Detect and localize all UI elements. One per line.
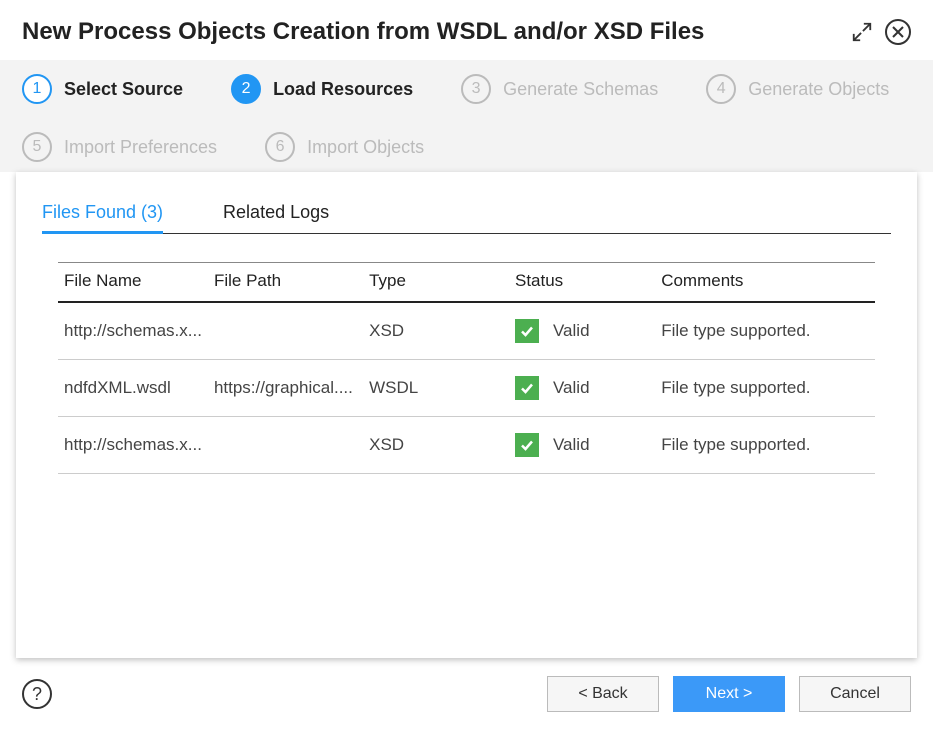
help-icon[interactable]: ? bbox=[22, 679, 52, 709]
cell-type: WSDL bbox=[363, 360, 509, 417]
cell-type: XSD bbox=[363, 417, 509, 474]
col-header-type[interactable]: Type bbox=[363, 263, 509, 303]
cell-filepath: https://graphical.... bbox=[208, 360, 363, 417]
cell-filename: ndfdXML.wsdl bbox=[58, 360, 208, 417]
step-label: Select Source bbox=[64, 79, 183, 100]
step-number: 3 bbox=[461, 74, 491, 104]
dialog-header: New Process Objects Creation from WSDL a… bbox=[0, 0, 933, 60]
cell-comments: File type supported. bbox=[655, 360, 875, 417]
table-row[interactable]: http://schemas.x... XSD Valid File typ bbox=[58, 417, 875, 474]
tab-files-found[interactable]: Files Found (3) bbox=[42, 196, 163, 233]
cell-status: Valid bbox=[509, 360, 655, 417]
cell-filename: http://schemas.x... bbox=[58, 417, 208, 474]
step-number: 4 bbox=[706, 74, 736, 104]
step-label: Import Preferences bbox=[64, 137, 217, 158]
step-label: Load Resources bbox=[273, 79, 413, 100]
step-generate-objects: 4 Generate Objects bbox=[706, 74, 889, 104]
wizard-dialog: New Process Objects Creation from WSDL a… bbox=[0, 0, 933, 730]
col-header-comments[interactable]: Comments bbox=[655, 263, 875, 303]
col-header-filename[interactable]: File Name bbox=[58, 263, 208, 303]
next-button[interactable]: Next > bbox=[673, 676, 785, 712]
step-number: 2 bbox=[231, 74, 261, 104]
col-header-status[interactable]: Status bbox=[509, 263, 655, 303]
step-select-source[interactable]: 1 Select Source bbox=[22, 74, 183, 104]
table-row[interactable]: ndfdXML.wsdl https://graphical.... WSDL … bbox=[58, 360, 875, 417]
table-header-row: File Name File Path Type Status Comments bbox=[58, 263, 875, 303]
check-icon bbox=[515, 319, 539, 343]
cell-type: XSD bbox=[363, 302, 509, 360]
status-text: Valid bbox=[553, 378, 590, 398]
table-row[interactable]: http://schemas.x... XSD Valid File typ bbox=[58, 302, 875, 360]
back-button[interactable]: < Back bbox=[547, 676, 659, 712]
cell-filepath bbox=[208, 417, 363, 474]
wizard-steps: 1 Select Source 2 Load Resources 3 Gener… bbox=[0, 60, 933, 172]
cell-status: Valid bbox=[509, 417, 655, 474]
cell-filename: http://schemas.x... bbox=[58, 302, 208, 360]
cell-comments: File type supported. bbox=[655, 302, 875, 360]
step-number: 5 bbox=[22, 132, 52, 162]
header-icons bbox=[851, 19, 911, 45]
footer-buttons: < Back Next > Cancel bbox=[547, 676, 911, 712]
step-load-resources[interactable]: 2 Load Resources bbox=[231, 74, 413, 104]
check-icon bbox=[515, 376, 539, 400]
cell-filepath bbox=[208, 302, 363, 360]
col-header-filepath[interactable]: File Path bbox=[208, 263, 363, 303]
check-icon bbox=[515, 433, 539, 457]
step-number: 1 bbox=[22, 74, 52, 104]
tab-related-logs[interactable]: Related Logs bbox=[223, 196, 329, 233]
close-icon[interactable] bbox=[885, 19, 911, 45]
dialog-footer: ? < Back Next > Cancel bbox=[0, 658, 933, 730]
step-label: Generate Schemas bbox=[503, 79, 658, 100]
step-number: 6 bbox=[265, 132, 295, 162]
step-import-preferences: 5 Import Preferences bbox=[22, 132, 217, 162]
step-label: Import Objects bbox=[307, 137, 424, 158]
status-text: Valid bbox=[553, 321, 590, 341]
expand-icon[interactable] bbox=[851, 21, 873, 43]
step-import-objects: 6 Import Objects bbox=[265, 132, 424, 162]
dialog-title: New Process Objects Creation from WSDL a… bbox=[22, 18, 851, 46]
step-generate-schemas: 3 Generate Schemas bbox=[461, 74, 658, 104]
status-text: Valid bbox=[553, 435, 590, 455]
cell-comments: File type supported. bbox=[655, 417, 875, 474]
cancel-button[interactable]: Cancel bbox=[799, 676, 911, 712]
content-panel: Files Found (3) Related Logs File Name F… bbox=[16, 172, 917, 658]
step-label: Generate Objects bbox=[748, 79, 889, 100]
tabs: Files Found (3) Related Logs bbox=[42, 196, 891, 234]
files-table-wrap: File Name File Path Type Status Comments… bbox=[42, 262, 891, 474]
files-table: File Name File Path Type Status Comments… bbox=[58, 262, 875, 474]
cell-status: Valid bbox=[509, 302, 655, 360]
